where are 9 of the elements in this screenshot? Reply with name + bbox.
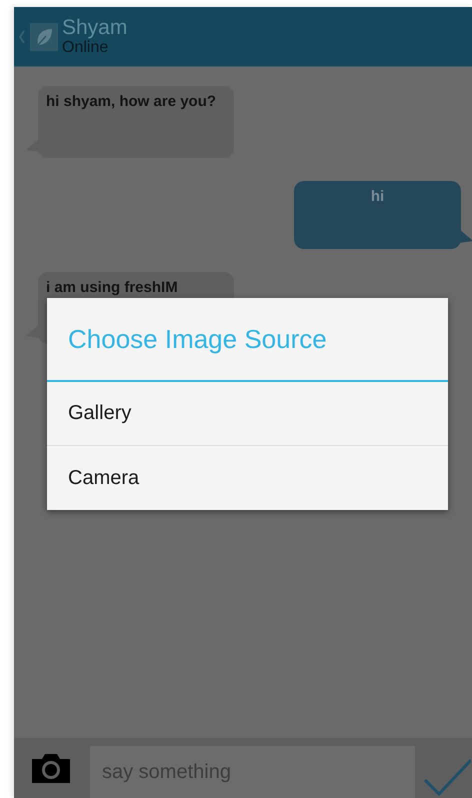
dialog-option[interactable]: Gallery	[47, 382, 448, 446]
contact-status: Online	[62, 40, 110, 56]
camera-icon[interactable]	[30, 751, 72, 785]
contact-name: Shyam	[62, 17, 128, 38]
bubble-tail-icon	[459, 229, 472, 243]
back-chevron-icon[interactable]	[18, 30, 26, 44]
dialog-option[interactable]: Camera	[47, 446, 448, 510]
dialog-title: Choose Image Source	[47, 298, 448, 382]
leaf-icon	[30, 22, 58, 50]
